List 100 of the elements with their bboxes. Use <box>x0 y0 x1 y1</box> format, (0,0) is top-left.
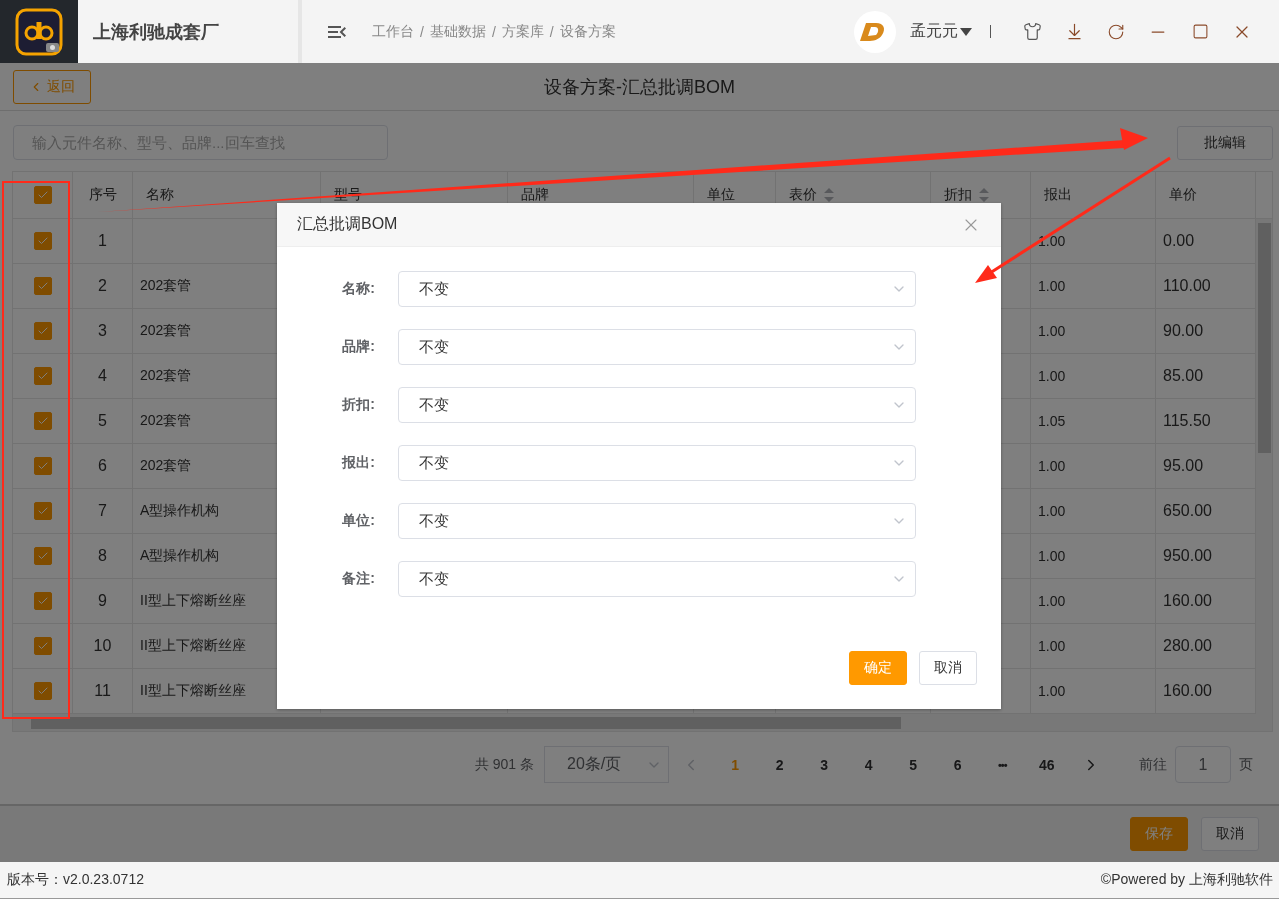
row-checkbox[interactable] <box>33 367 52 385</box>
page-title: 设备方案-汇总批调BOM <box>544 75 735 99</box>
check-icon <box>36 595 49 607</box>
check-icon <box>36 415 49 427</box>
breadcrumb-separator: / <box>420 23 424 40</box>
table-cell: II型上下熔断丝座 <box>140 592 246 610</box>
batch-edit-button[interactable]: 批编辑 <box>1177 125 1273 160</box>
table-cell: 202套管 <box>140 457 192 475</box>
goto-unit: 页 <box>1239 755 1253 774</box>
table-cell: 5 <box>98 412 107 430</box>
avatar[interactable] <box>854 10 896 53</box>
table-cell: 202套管 <box>140 412 192 430</box>
table-cell: 4 <box>98 367 107 385</box>
table-cell: 85.00 <box>1163 367 1204 385</box>
cancel-button[interactable]: 取消 <box>919 651 977 685</box>
select-field[interactable]: 不变 <box>398 445 916 481</box>
table-cell: 1.00 <box>1038 503 1066 519</box>
column-header: 名称 <box>146 186 174 204</box>
table-cell: 2 <box>98 277 107 295</box>
more-pages[interactable]: ••• <box>980 758 1025 771</box>
page-number[interactable]: 6 <box>935 756 980 773</box>
refresh-icon[interactable] <box>1107 22 1125 41</box>
page-number[interactable]: 3 <box>802 756 847 773</box>
table-cell: A型操作机构 <box>140 547 220 565</box>
field-label: 报出: <box>340 454 376 472</box>
horizontal-scrollbar[interactable] <box>13 714 1272 731</box>
page-number[interactable]: 2 <box>757 756 802 773</box>
column-header: 报出 <box>1044 186 1072 204</box>
breadcrumb-item[interactable]: 基础数据 <box>429 22 486 41</box>
select-field[interactable]: 不变 <box>398 561 916 597</box>
table-cell: 8 <box>98 547 107 565</box>
field-label: 折扣: <box>341 396 376 414</box>
check-icon <box>36 370 49 382</box>
table-cell: 1.00 <box>1038 458 1066 474</box>
table-cell: 10 <box>93 637 112 655</box>
column-header: 单位 <box>707 186 735 204</box>
select-all-checkbox[interactable] <box>33 186 52 204</box>
column-header: 表价 <box>789 186 817 204</box>
page-number[interactable]: 5 <box>891 756 936 773</box>
check-icon <box>36 685 49 697</box>
row-checkbox[interactable] <box>33 457 52 475</box>
table-cell: A型操作机构 <box>140 502 220 520</box>
caret-icon <box>960 27 972 36</box>
table-cell: 160.00 <box>1163 682 1212 700</box>
breadcrumb-item[interactable]: 工作台 <box>372 22 414 41</box>
table-cell: 1.00 <box>1038 323 1066 339</box>
table-cell: 9 <box>98 592 107 610</box>
table-cell: 1.00 <box>1038 548 1066 564</box>
table-cell: 1.00 <box>1038 233 1066 249</box>
shirt-icon[interactable] <box>1022 22 1042 41</box>
table-cell: 1.00 <box>1038 638 1066 654</box>
table-cell: 6 <box>98 457 107 475</box>
row-checkbox[interactable] <box>33 682 52 700</box>
select-field[interactable]: 不变 <box>398 271 916 307</box>
table-cell: 1.00 <box>1038 683 1066 699</box>
breadcrumb-item[interactable]: 设备方案 <box>559 22 616 41</box>
maximize-icon[interactable] <box>1191 23 1209 40</box>
sort-icon[interactable] <box>978 187 990 203</box>
table-cell: 110.00 <box>1163 277 1211 295</box>
row-checkbox[interactable] <box>33 412 52 430</box>
row-checkbox[interactable] <box>33 322 52 340</box>
column-header: 品牌 <box>521 186 549 204</box>
sort-icon[interactable] <box>823 187 835 203</box>
column-header: 序号 <box>88 186 117 204</box>
row-checkbox[interactable] <box>33 592 52 610</box>
goto-label: 前往 <box>1139 755 1167 774</box>
select-field[interactable]: 不变 <box>398 329 916 365</box>
table-cell: 3 <box>98 322 107 340</box>
table-cell: 280.00 <box>1163 637 1212 655</box>
user-menu[interactable]: 孟元元 <box>910 21 972 42</box>
breadcrumb-item[interactable]: 方案库 <box>501 22 544 41</box>
table-cell: 1.00 <box>1038 278 1066 294</box>
page-number[interactable]: 46 <box>1024 756 1069 773</box>
row-checkbox[interactable] <box>33 502 52 520</box>
vertical-scrollbar[interactable] <box>1256 219 1272 714</box>
table-cell: 160.00 <box>1163 592 1212 610</box>
row-checkbox[interactable] <box>33 547 52 565</box>
cancel-button[interactable]: 取消 <box>1201 817 1259 851</box>
row-checkbox[interactable] <box>33 637 52 655</box>
table-cell: 7 <box>98 502 107 520</box>
row-checkbox[interactable] <box>33 232 52 250</box>
column-header: 单价 <box>1169 186 1197 204</box>
dialog-title: 汇总批调BOM <box>297 214 398 234</box>
check-icon <box>36 325 49 337</box>
check-icon <box>36 640 49 652</box>
row-checkbox[interactable] <box>33 277 52 295</box>
table-cell: 0.00 <box>1163 232 1195 250</box>
goto-field[interactable]: 1 <box>1175 746 1231 783</box>
page-number[interactable]: 4 <box>846 756 891 773</box>
select-field[interactable]: 不变 <box>398 503 916 539</box>
breadcrumb-separator: / <box>491 23 496 40</box>
table-cell: 1.05 <box>1038 413 1066 429</box>
field-label: 品牌: <box>341 338 376 356</box>
table-cell: 1.00 <box>1038 593 1066 609</box>
table-cell: II型上下熔断丝座 <box>140 682 246 700</box>
page-size-select[interactable]: 20条/页 <box>544 746 669 783</box>
table-cell: 202套管 <box>140 367 192 385</box>
select-field[interactable]: 不变 <box>398 387 916 423</box>
table-cell: 950.00 <box>1163 547 1212 565</box>
table-cell: 115.50 <box>1163 412 1211 430</box>
